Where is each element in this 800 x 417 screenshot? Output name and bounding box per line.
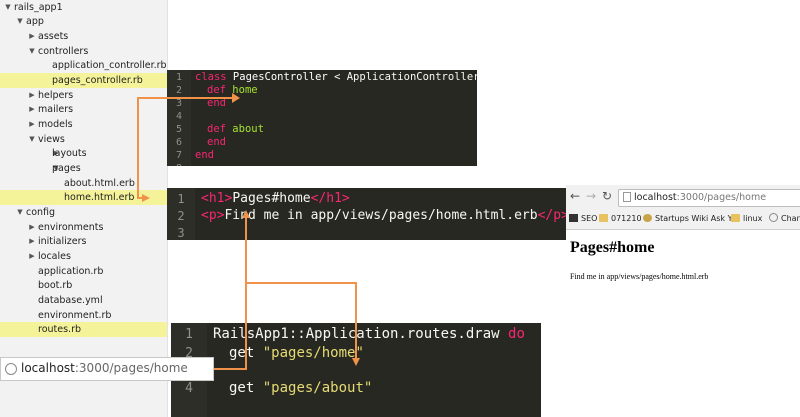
arrowhead (232, 93, 240, 103)
connector-route-to-view (214, 216, 247, 370)
arrowhead (242, 210, 250, 218)
connector-controller-to-view (137, 97, 232, 199)
arrowhead (142, 194, 150, 202)
connector-arrows (137, 93, 360, 370)
connector-view-to-route (246, 282, 357, 360)
arrowhead (352, 358, 360, 366)
